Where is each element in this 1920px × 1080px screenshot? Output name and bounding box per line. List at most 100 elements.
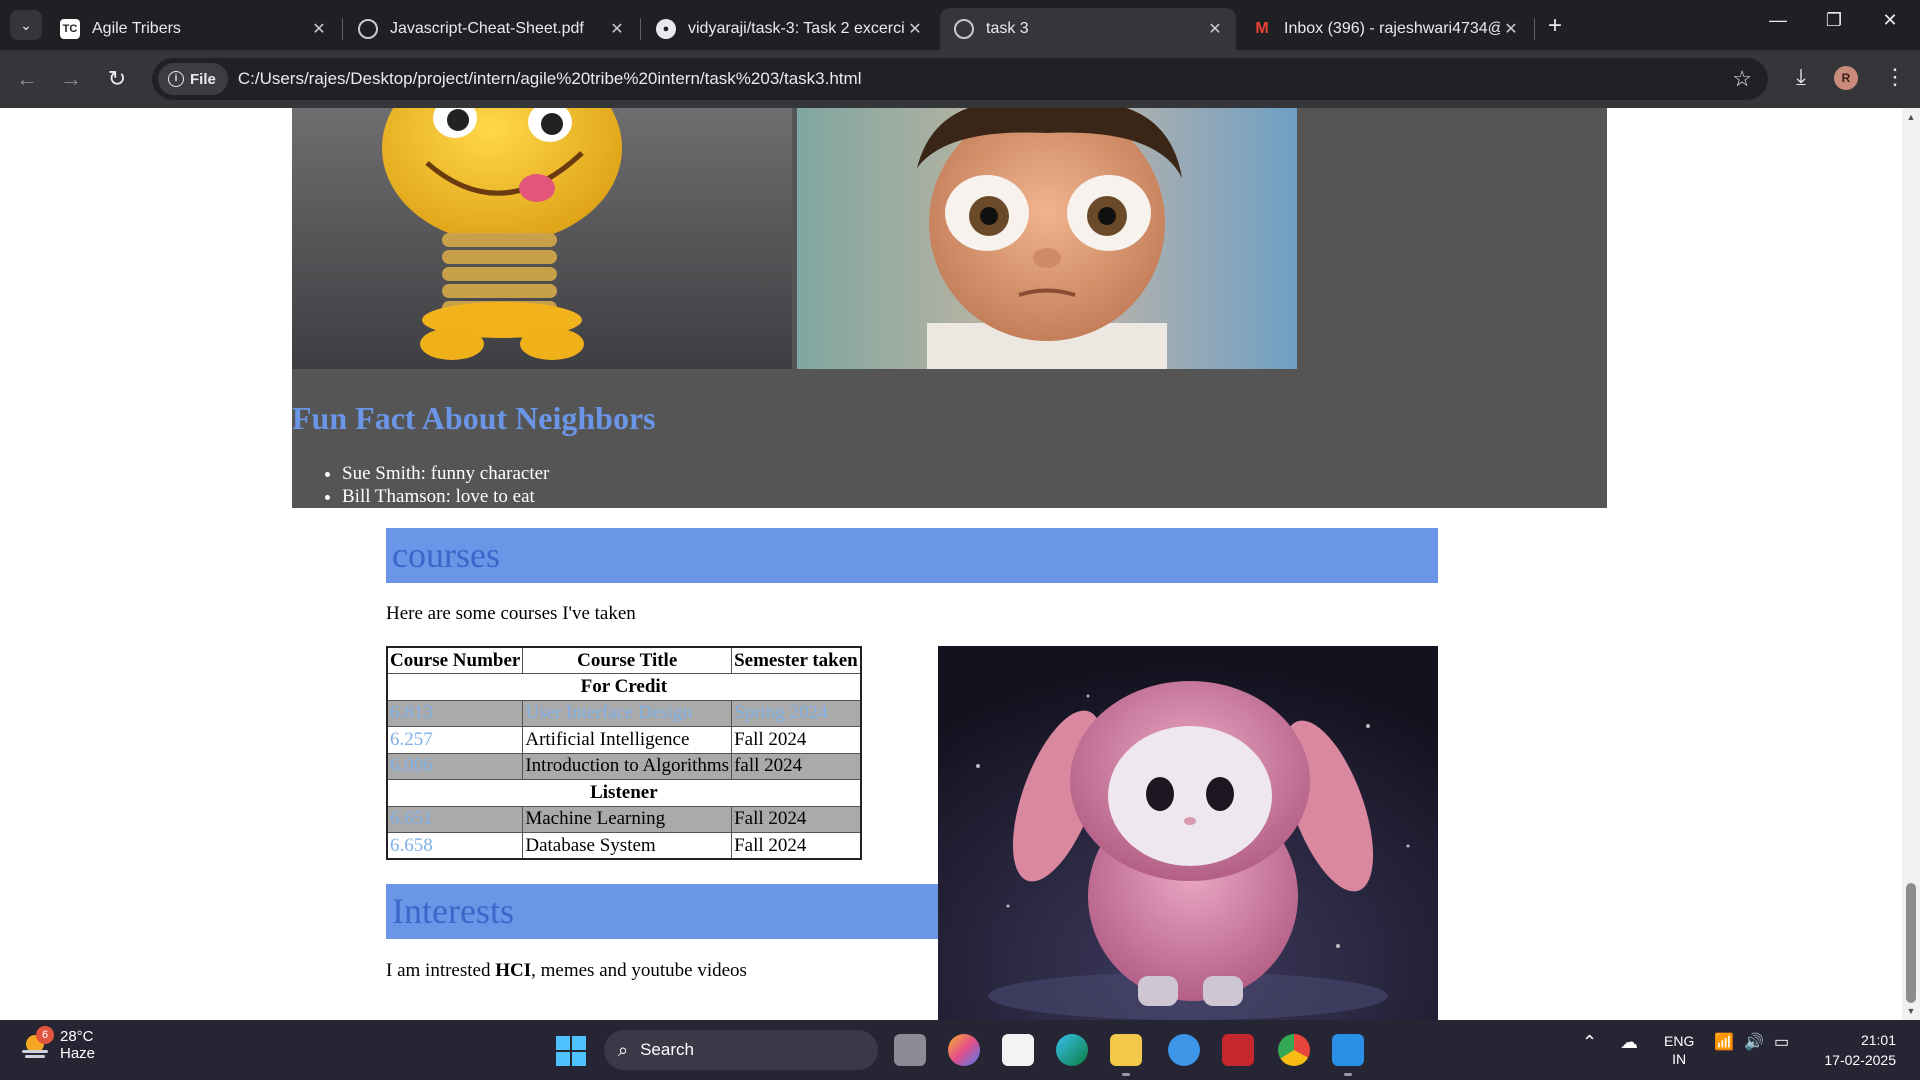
column-header: Course Title xyxy=(522,646,733,674)
language-indicator[interactable]: ENG IN xyxy=(1664,1032,1694,1068)
weather-widget[interactable]: 6 28°C Haze xyxy=(20,1026,96,1062)
tab-github-task3[interactable]: ● vidyaraji/task-3: Task 2 excercise ✕ xyxy=(642,8,936,50)
site-info-chip[interactable]: i File xyxy=(158,63,228,95)
search-icon: ⌕ xyxy=(618,1039,629,1060)
weather-temp: 28°C xyxy=(60,1028,94,1045)
search-label: Search xyxy=(640,1040,694,1059)
minimize-icon: — xyxy=(1769,10,1787,30)
menu-button[interactable]: ⋮ xyxy=(1880,64,1910,90)
downloads-button[interactable]: ⤓ xyxy=(1786,64,1816,90)
interests-text-start: I am intrested xyxy=(386,960,496,981)
course-semester: Fall 2024 xyxy=(731,805,862,833)
file-explorer-icon[interactable] xyxy=(1110,1034,1142,1076)
scroll-up-icon[interactable]: ▲ xyxy=(1902,112,1920,122)
close-icon: ✕ xyxy=(1882,10,1898,30)
tab-separator xyxy=(640,18,641,40)
region-code: IN xyxy=(1672,1051,1687,1067)
onedrive-cloud-icon[interactable]: ☁ xyxy=(1620,1032,1638,1053)
address-bar[interactable]: i File C:/Users/rajes/Desktop/project/in… xyxy=(152,58,1768,100)
back-button[interactable]: ← xyxy=(12,64,42,94)
edge-icon[interactable] xyxy=(1056,1034,1088,1066)
close-icon[interactable]: ✕ xyxy=(1204,19,1226,39)
volume-icon[interactable]: 🔊 xyxy=(1744,1032,1764,1052)
interests-text-end: , memes and youtube videos xyxy=(531,960,747,981)
wifi-icon[interactable]: 📶 xyxy=(1714,1032,1734,1052)
new-tab-button[interactable]: + xyxy=(1540,12,1570,40)
close-window-button[interactable]: ✕ xyxy=(1870,10,1910,31)
course-semester: Fall 2024 xyxy=(731,726,862,754)
page-viewport: Fun Fact About Neighbors Sue Smith: funn… xyxy=(0,108,1902,1020)
tab-agile-tribers[interactable]: TC Agile Tribers ✕ xyxy=(46,8,340,50)
table-row: 6.006 Introduction to Algorithms fall 20… xyxy=(386,752,862,780)
bunny-photo xyxy=(938,646,1438,1020)
mcafee-icon[interactable] xyxy=(1222,1034,1254,1066)
tab-strip: ⌄ TC Agile Tribers ✕ Javascript-Cheat-Sh… xyxy=(0,0,1920,50)
tab-title: task 3 xyxy=(986,20,1029,37)
close-icon[interactable]: ✕ xyxy=(904,19,926,39)
group-label: For Credit xyxy=(386,673,862,701)
weather-desc: Haze xyxy=(60,1045,96,1062)
table-row: 6.257 Artificial Intelligence Fall 2024 xyxy=(386,726,862,754)
reload-button[interactable]: ↻ xyxy=(102,64,132,94)
close-icon[interactable]: ✕ xyxy=(1500,19,1522,39)
forward-button[interactable]: → xyxy=(56,64,86,94)
tab-title: Agile Tribers xyxy=(92,20,181,37)
help-icon[interactable] xyxy=(1168,1034,1200,1066)
microsoft-store-icon[interactable] xyxy=(1002,1034,1034,1066)
more-vertical-icon: ⋮ xyxy=(1884,64,1906,89)
taskbar-search[interactable]: ⌕ Search xyxy=(604,1030,878,1070)
tab-separator xyxy=(342,18,343,40)
plus-icon: + xyxy=(1547,12,1562,39)
download-icon: ⤓ xyxy=(1796,64,1806,89)
profile-avatar[interactable]: R xyxy=(1834,66,1858,90)
globe-icon xyxy=(954,19,974,39)
course-semester: Fall 2024 xyxy=(731,832,862,860)
restore-button[interactable]: ❐ xyxy=(1814,10,1854,31)
course-title: Database System xyxy=(522,832,733,860)
tc-icon: TC xyxy=(60,19,80,39)
neighbors-heading: Fun Fact About Neighbors xyxy=(292,400,656,436)
chevron-down-icon: ⌄ xyxy=(20,16,32,33)
gmail-icon: M xyxy=(1255,20,1269,37)
minimize-button[interactable]: — xyxy=(1758,10,1798,31)
course-number: 6.813 xyxy=(386,699,524,727)
vscode-icon[interactable] xyxy=(1332,1034,1364,1076)
taskbar-clock[interactable]: 21:01 17-02-2025 xyxy=(1810,1030,1896,1070)
battery-icon[interactable]: ▭ xyxy=(1774,1032,1789,1052)
tab-task3[interactable]: task 3 ✕ xyxy=(940,8,1236,50)
windows-taskbar: 6 28°C Haze ⌕ Search ⌃ ☁ ENG IN 📶 🔊 ▭ 21… xyxy=(0,1020,1920,1080)
course-title: Introduction to Algorithms xyxy=(522,752,733,780)
task-view-icon[interactable] xyxy=(894,1034,926,1066)
scrollbar-thumb[interactable] xyxy=(1906,883,1916,1003)
clock-date: 17-02-2025 xyxy=(1824,1052,1896,1068)
table-row: 6.658 Database System Fall 2024 xyxy=(386,832,862,860)
bookmark-star-icon[interactable]: ☆ xyxy=(1732,66,1752,92)
close-icon[interactable]: ✕ xyxy=(606,19,628,39)
group-row: For Credit xyxy=(386,673,862,701)
courses-table: Course Number Course Title Semester take… xyxy=(386,646,862,860)
clock-time: 21:01 xyxy=(1860,1032,1896,1048)
windows-logo-pane xyxy=(572,1036,586,1050)
chevron-up-icon[interactable]: ⌃ xyxy=(1582,1032,1597,1053)
globe-icon xyxy=(358,19,378,39)
windows-logo-icon xyxy=(556,1036,570,1050)
course-number: 6.006 xyxy=(386,752,524,780)
weather-haze-icon: 6 xyxy=(20,1026,54,1060)
close-icon[interactable]: ✕ xyxy=(308,19,330,39)
course-title: User Interface Design xyxy=(522,699,733,727)
language-code: ENG xyxy=(1664,1033,1695,1049)
start-button[interactable] xyxy=(556,1036,586,1066)
windows-logo-pane xyxy=(556,1052,570,1066)
tab-javascript-cheat-sheet[interactable]: Javascript-Cheat-Sheet.pdf ✕ xyxy=(344,8,638,50)
smiley-toy-photo xyxy=(292,108,792,369)
tab-gmail-inbox[interactable]: M Inbox (396) - rajeshwari4734@gmail.com… xyxy=(1238,8,1532,50)
restore-icon: ❐ xyxy=(1825,10,1843,30)
page-scrollbar[interactable]: ▲ ▼ xyxy=(1902,108,1920,1020)
avatar-initial: R xyxy=(1841,71,1851,85)
url-text[interactable]: C:/Users/rajes/Desktop/project/intern/ag… xyxy=(238,69,862,89)
tab-search-button[interactable]: ⌄ xyxy=(10,10,42,40)
scroll-down-icon[interactable]: ▼ xyxy=(1902,1006,1920,1016)
chrome-icon[interactable] xyxy=(1278,1034,1310,1066)
tab-title: Inbox (396) - rajeshwari4734@gmail.com xyxy=(1284,20,1500,37)
copilot-icon[interactable] xyxy=(948,1034,980,1066)
